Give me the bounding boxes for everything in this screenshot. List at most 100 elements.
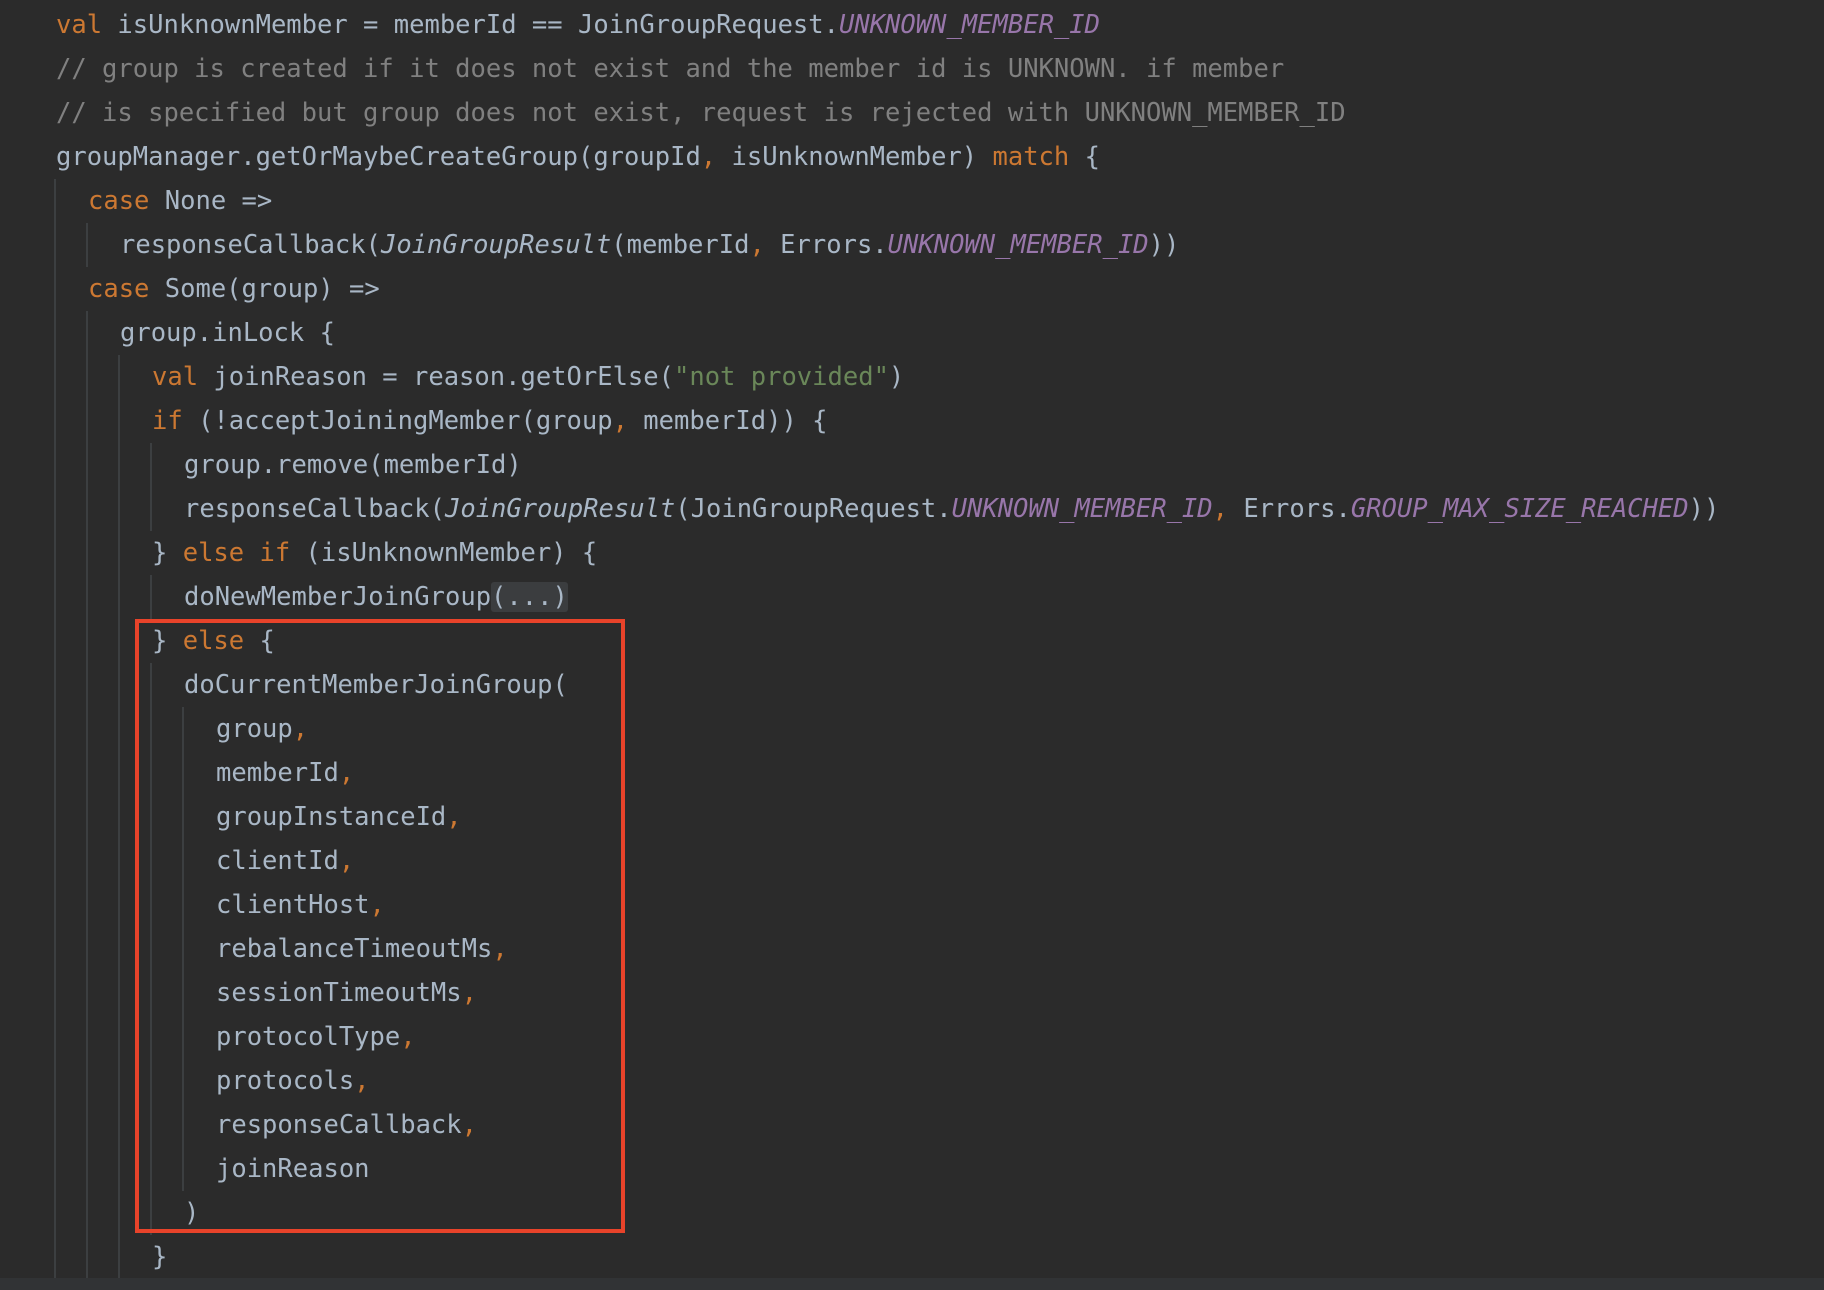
code-token: ): [184, 1198, 200, 1228]
code-token: case: [88, 186, 150, 216]
code-token: ,: [354, 1066, 370, 1096]
code-token: match: [992, 142, 1070, 172]
code-line: groupInstanceId,: [216, 795, 462, 839]
code-token: ,: [338, 846, 355, 876]
code-token: (JoinGroupRequest.: [675, 494, 952, 524]
code-token: }: [152, 626, 183, 656]
code-line: sessionTimeoutMs,: [216, 971, 477, 1015]
code-token: joinReason: [216, 1154, 370, 1184]
code-line: joinReason: [216, 1147, 370, 1191]
code-token: ,: [292, 714, 309, 744]
code-token: ,: [338, 758, 355, 788]
code-token: ,: [369, 890, 385, 920]
code-line: memberId,: [216, 751, 354, 795]
code-token: else if: [182, 538, 291, 568]
code-line: // is specified but group does not exist…: [56, 91, 1346, 135]
code-line: responseCallback,: [216, 1103, 477, 1147]
code-line: // group is created if it does not exist…: [56, 47, 1284, 91]
code-line: responseCallback(JoinGroupResult(memberI…: [120, 223, 1179, 267]
code-token: joinReason = reason.getOrElse(: [198, 362, 674, 392]
code-token: (isUnknownMember) {: [290, 538, 598, 568]
code-token: ,: [400, 1022, 416, 1052]
code-token: ,: [492, 934, 508, 964]
code-token: else: [182, 626, 245, 656]
indent-guide: [150, 443, 152, 531]
code-token: ,: [1212, 494, 1228, 524]
code-token: UNKNOWN_MEMBER_ID: [951, 494, 1213, 524]
code-token: doNewMemberJoinGroup: [184, 582, 492, 612]
code-token: (!acceptJoiningMember(group: [182, 406, 613, 436]
code-line: } else {: [152, 619, 275, 663]
code-token: None =>: [149, 186, 273, 216]
code-line: ): [184, 1191, 199, 1235]
folded-code-marker[interactable]: (...): [491, 582, 568, 612]
code-token: ,: [461, 1110, 477, 1140]
code-token: clientId: [216, 846, 339, 876]
code-token: isUnknownMember = memberId == JoinGroupR…: [102, 10, 839, 40]
code-token: GROUP_MAX_SIZE_REACHED: [1350, 494, 1689, 524]
code-token: ): [888, 362, 905, 392]
code-token: (memberId: [611, 230, 750, 260]
code-token: groupManager.getOrMaybeCreateGroup(group…: [56, 142, 701, 172]
code-token: responseCallback: [216, 1110, 462, 1140]
code-token: }: [152, 1242, 168, 1272]
code-line: group.inLock {: [120, 311, 335, 355]
code-line: val isUnknownMember = memberId == JoinGr…: [56, 3, 1100, 47]
code-token: UNKNOWN_MEMBER_ID: [887, 230, 1149, 260]
code-line: responseCallback(JoinGroupResult(JoinGro…: [184, 487, 1719, 531]
code-token: rebalanceTimeoutMs: [216, 934, 493, 964]
code-token: if: [152, 406, 183, 436]
code-token: responseCallback(: [120, 230, 381, 260]
code-token: val: [152, 362, 199, 392]
code-token: {: [1069, 142, 1100, 172]
code-token: protocolType: [216, 1022, 401, 1052]
indent-guide: [86, 311, 88, 1279]
editor-bottom-edge: [0, 1278, 1824, 1290]
indent-guide: [54, 179, 56, 1279]
code-line: doCurrentMemberJoinGroup(: [184, 663, 568, 707]
code-line: clientHost,: [216, 883, 385, 927]
code-token: ,: [446, 802, 462, 832]
code-token: group.remove(memberId): [184, 450, 522, 480]
indent-guide: [150, 663, 152, 1235]
code-token: JoinGroupResult: [381, 230, 612, 260]
code-line: if (!acceptJoiningMember(group, memberId…: [152, 399, 828, 443]
code-token: group.inLock {: [120, 318, 335, 348]
code-token: }: [152, 538, 183, 568]
code-token: responseCallback(: [184, 494, 445, 524]
code-line: group,: [216, 707, 308, 751]
code-token: // is specified but group does not exist…: [56, 98, 1346, 128]
code-token: doCurrentMemberJoinGroup(: [184, 670, 568, 700]
code-token: group: [216, 714, 293, 744]
code-line: groupManager.getOrMaybeCreateGroup(group…: [56, 135, 1100, 179]
code-line: clientId,: [216, 839, 354, 883]
code-token: ,: [461, 978, 477, 1008]
code-line: protocols,: [216, 1059, 370, 1103]
code-token: val: [56, 10, 103, 40]
code-editor[interactable]: val isUnknownMember = memberId == JoinGr…: [0, 0, 1824, 1290]
code-token: // group is created if it does not exist…: [56, 54, 1285, 84]
code-line: group.remove(memberId): [184, 443, 522, 487]
code-token: ,: [612, 406, 628, 436]
code-token: {: [244, 626, 275, 656]
code-token: ,: [749, 230, 765, 260]
code-token: memberId: [216, 758, 339, 788]
code-line: rebalanceTimeoutMs,: [216, 927, 508, 971]
code-token: clientHost: [216, 890, 370, 920]
code-line: doNewMemberJoinGroup(...): [184, 575, 568, 619]
code-line: case Some(group) =>: [88, 267, 380, 311]
indent-guide: [182, 707, 184, 1191]
indent-guide: [86, 223, 88, 267]
code-token: case: [88, 274, 150, 304]
code-line: }: [152, 1235, 167, 1279]
code-token: Errors.: [764, 230, 888, 260]
code-token: )): [1688, 494, 1720, 524]
code-line: val joinReason = reason.getOrElse("not p…: [152, 355, 904, 399]
code-token: Some(group) =>: [149, 274, 380, 304]
code-token: Errors.: [1228, 494, 1351, 524]
code-token: protocols: [216, 1066, 355, 1096]
code-token: JoinGroupResult: [445, 494, 676, 524]
code-token: isUnknownMember): [716, 142, 993, 172]
code-token: ,: [700, 142, 717, 172]
code-token: sessionTimeoutMs: [216, 978, 462, 1008]
